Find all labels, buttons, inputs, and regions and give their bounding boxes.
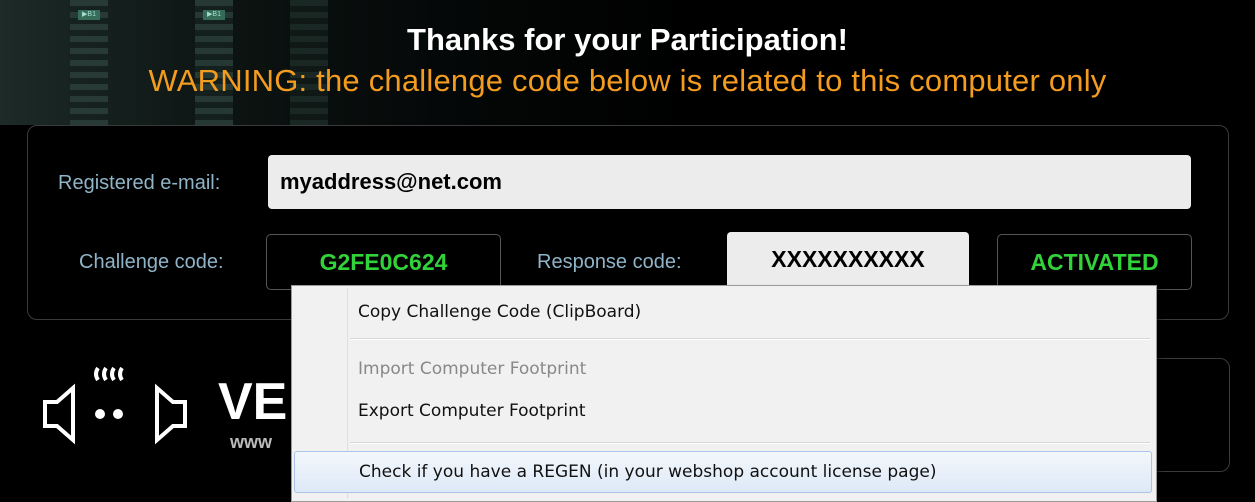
response-code-field[interactable]: XXXXXXXXXX — [727, 232, 969, 290]
menu-separator — [350, 338, 1150, 340]
email-label: Registered e-mail: — [58, 172, 221, 194]
context-menu: Copy Challenge Code (ClipBoard) Import C… — [291, 285, 1157, 502]
menu-item-check-regen[interactable]: Check if you have a REGEN (in your websh… — [294, 451, 1152, 493]
speaker-logo-icon — [43, 366, 187, 445]
menu-item-export-footprint[interactable]: Export Computer Footprint — [294, 391, 1152, 433]
challenge-code-field[interactable]: G2FE0C624 — [266, 234, 501, 290]
menu-item-import-footprint[interactable]: Import Computer Footprint — [294, 349, 1152, 391]
brand-name: VE — [218, 373, 288, 431]
warning-text: WARNING: the challenge code below is rel… — [148, 63, 1107, 98]
menu-separator — [350, 442, 1150, 444]
activation-status-badge: ACTIVATED — [997, 234, 1192, 290]
page-title: Thanks for your Participation! — [407, 22, 848, 57]
challenge-code-label: Challenge code: — [79, 251, 224, 273]
response-code-label: Response code: — [537, 251, 682, 273]
menu-item-copy-challenge-code[interactable]: Copy Challenge Code (ClipBoard) — [294, 292, 1152, 334]
email-field[interactable]: myaddress@net.com — [268, 155, 1191, 209]
brand-url: www — [230, 432, 273, 452]
